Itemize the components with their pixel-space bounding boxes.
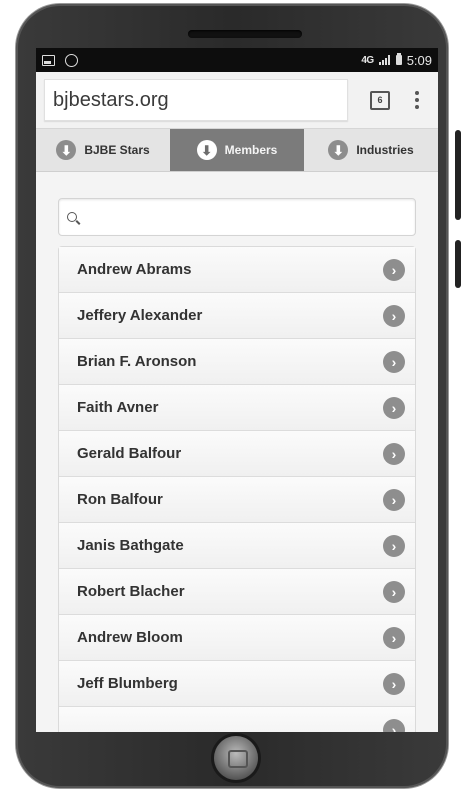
app-notification-icon xyxy=(65,53,78,67)
member-name: Faith Avner xyxy=(77,399,159,416)
chevron-right-icon: › xyxy=(383,350,405,373)
phone-screen: 4G 5:09 bjbestars.org 6 ⬇ BJBE Stars ⬇ M… xyxy=(36,48,438,732)
list-item[interactable]: Andrew Bloom › xyxy=(59,615,415,661)
arrow-down-circle-icon: ⬇ xyxy=(328,140,349,160)
chevron-right-icon: › xyxy=(383,304,405,327)
list-item[interactable]: Brian F. Aronson › xyxy=(59,339,415,385)
list-item[interactable]: Faith Avner › xyxy=(59,385,415,431)
browser-toolbar: bjbestars.org 6 xyxy=(36,72,438,129)
chevron-right-icon: › xyxy=(383,718,405,732)
nav-label: BJBE Stars xyxy=(84,143,150,157)
nav-bjbe-stars[interactable]: ⬇ BJBE Stars xyxy=(36,129,170,171)
member-name: Robert Blacher xyxy=(77,583,185,600)
power-button xyxy=(455,240,461,288)
list-item[interactable]: Andrew Abrams › xyxy=(59,247,415,293)
nav-label: Members xyxy=(224,143,278,157)
chevron-right-icon: › xyxy=(383,442,405,465)
search-input[interactable] xyxy=(83,208,407,226)
member-name: Jeffery Alexander xyxy=(77,307,203,324)
status-time: 5:09 xyxy=(406,52,432,68)
list-item[interactable]: Jeff Blumberg › xyxy=(59,661,415,707)
home-button[interactable] xyxy=(214,736,258,780)
member-name: Ron Balfour xyxy=(77,491,163,508)
network-type: 4G xyxy=(361,54,374,66)
member-name: Gerald Balfour xyxy=(77,445,182,462)
search-box[interactable] xyxy=(58,198,416,236)
url-field[interactable]: bjbestars.org xyxy=(44,79,348,121)
member-name: Janis Bathgate xyxy=(77,537,184,554)
nav-members[interactable]: ⬇ Members xyxy=(170,129,304,171)
members-content: Andrew Abrams › Jeffery Alexander › Bria… xyxy=(36,172,438,732)
status-bar: 4G 5:09 xyxy=(36,48,438,72)
chevron-right-icon: › xyxy=(383,258,405,281)
image-notification-icon xyxy=(42,54,55,66)
member-name: Andrew Abrams xyxy=(77,261,192,278)
nav-label: Industries xyxy=(356,143,414,157)
list-item[interactable]: Robert Blacher › xyxy=(59,569,415,615)
battery-icon xyxy=(395,53,402,65)
member-name: Jeff Blumberg xyxy=(77,675,178,692)
chevron-right-icon: › xyxy=(383,626,405,649)
chevron-right-icon: › xyxy=(383,672,405,695)
volume-button xyxy=(455,130,461,220)
list-item[interactable]: Ron Balfour › xyxy=(59,477,415,523)
arrow-down-circle-icon: ⬇ xyxy=(56,140,77,160)
site-nav: ⬇ BJBE Stars ⬇ Members ⬇ Industries xyxy=(36,129,438,172)
members-list: Andrew Abrams › Jeffery Alexander › Bria… xyxy=(58,246,416,732)
tab-count: 6 xyxy=(377,95,383,105)
list-item-partial[interactable]: › xyxy=(59,707,415,732)
chevron-right-icon: › xyxy=(383,488,405,511)
member-name: Brian F. Aronson xyxy=(77,353,197,370)
list-item[interactable]: Janis Bathgate › xyxy=(59,523,415,569)
tabs-button[interactable]: 6 xyxy=(370,90,390,110)
overflow-menu-icon[interactable] xyxy=(414,91,420,109)
arrow-down-circle-icon: ⬇ xyxy=(196,140,217,160)
chevron-right-icon: › xyxy=(383,580,405,603)
nav-industries[interactable]: ⬇ Industries xyxy=(304,129,438,171)
phone-speaker xyxy=(188,30,302,38)
list-item[interactable]: Jeffery Alexander › xyxy=(59,293,415,339)
chevron-right-icon: › xyxy=(383,534,405,557)
url-text: bjbestars.org xyxy=(53,88,169,111)
search-icon xyxy=(67,212,77,222)
list-item[interactable]: Gerald Balfour › xyxy=(59,431,415,477)
member-name: Andrew Bloom xyxy=(77,629,183,646)
signal-strength-icon xyxy=(378,55,391,65)
chevron-right-icon: › xyxy=(383,396,405,419)
